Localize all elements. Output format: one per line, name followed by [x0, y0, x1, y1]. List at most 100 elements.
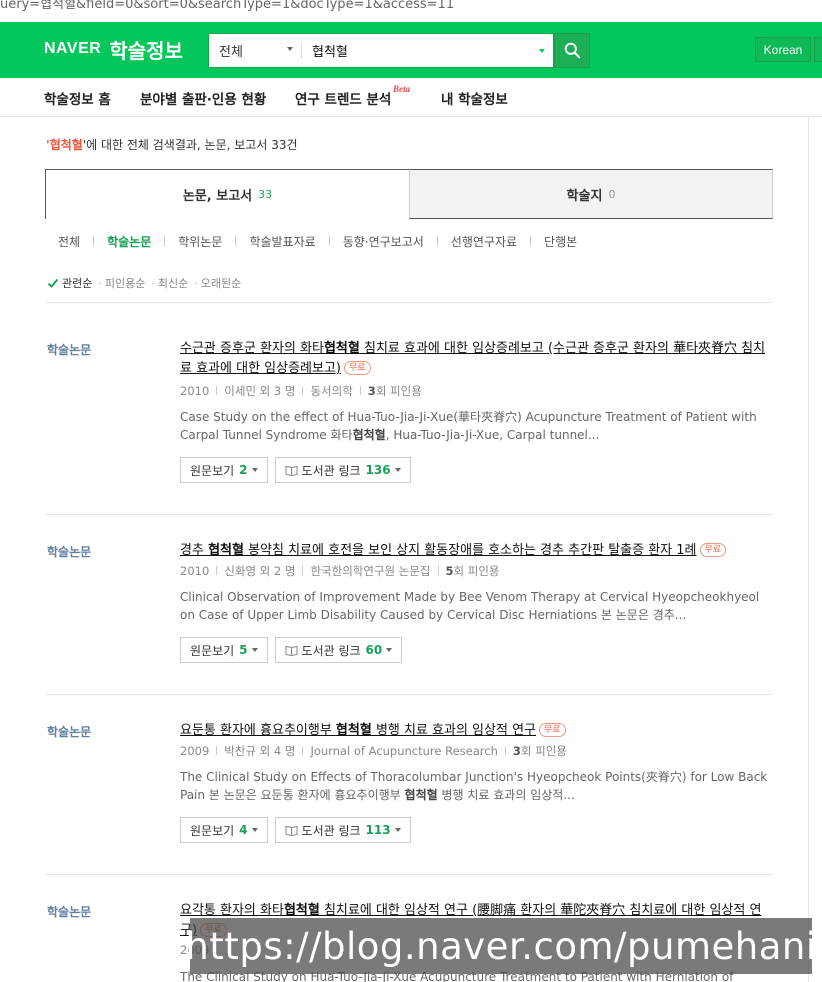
free-badge: 무료 [344, 361, 371, 375]
tab-journals[interactable]: 학술지 0 [409, 169, 773, 219]
top-header: NAVER 학술정보 전체 Korean [0, 22, 822, 78]
check-icon [47, 278, 59, 288]
sort-relevance[interactable]: 관련순 [62, 275, 92, 291]
search-icon [564, 42, 580, 59]
result-authors: 박찬규 외 4 명 [224, 744, 296, 758]
caret-down-icon [394, 468, 401, 472]
nav-item-trend-analysis[interactable]: 연구 트렌드 분석 Beta [295, 84, 410, 108]
caret-down-icon [251, 828, 258, 832]
result-meta: 2009 박찬규 외 4 명 Journal of Acupuncture Rese… [180, 744, 567, 758]
tab-label: 학술지 [566, 188, 603, 204]
url-text: uery=협척혈&field=0&sort=0&searchType=1&doc… [0, 0, 455, 12]
divider [45, 302, 773, 303]
sort-newest[interactable]: 최신순 [158, 275, 188, 291]
subtab-journal-papers[interactable]: 학술논문 [107, 233, 151, 250]
divider [93, 236, 95, 246]
caret-down-icon [287, 47, 293, 51]
nav-item-my-info[interactable]: 내 학술정보 [441, 88, 508, 108]
tab-count: 33 [258, 188, 273, 201]
watermark-overlay: https://blog.naver.com/pumehani [185, 918, 816, 974]
search-scope-select[interactable]: 전체 [209, 34, 301, 67]
view-original-button[interactable]: 원문보기 2 [180, 457, 268, 483]
book-icon [285, 465, 298, 476]
library-link-button[interactable]: 도서관 링크 60 [274, 637, 403, 663]
caret-down-icon [251, 648, 258, 652]
subtab-theses[interactable]: 학위논문 [178, 233, 222, 250]
result-type-tabs: 논문, 보고서 33 학술지 0 [45, 169, 773, 219]
language-button[interactable]: Korean [755, 37, 811, 62]
result-category: 학술논문 [47, 343, 92, 357]
content-right-border [808, 117, 809, 982]
main-navigation: 학술정보 홈 분야별 출판·인용 현황 연구 트렌드 분석 Beta 내 학술정보 [0, 78, 822, 117]
search-scope-label: 전체 [219, 45, 243, 60]
result-category: 학술논문 [47, 905, 92, 919]
subtab-prior-research[interactable]: 선행연구자료 [451, 233, 517, 250]
result-year: 2010 [180, 564, 210, 578]
tab-label: 논문, 보고서 [182, 189, 253, 204]
caret-down-icon [251, 468, 258, 472]
summary-keyword: '협척혈 [46, 138, 83, 152]
divider [45, 874, 773, 875]
nav-item-home[interactable]: 학술정보 홈 [44, 88, 111, 108]
result-title-link[interactable]: 요둔통 환자에 흉요추이행부 협척혈 병행 치료 효과의 임상적 연구 무료 [180, 721, 770, 741]
service-name: 학술정보 [109, 38, 183, 63]
divider [328, 236, 330, 246]
result-meta: 2010 신화영 외 2 명 한국한의학연구원 논문집 5회 피인용 [180, 564, 500, 578]
result-title-link[interactable]: 경추 협척혈 봉약침 치료에 호전을 보인 상지 활동장애를 호소하는 경추 추… [180, 541, 770, 561]
summary-text: '에 대한 전체 검색결과, 논문, 보고서 33건 [82, 138, 298, 152]
result-cited-count: 3 [512, 744, 521, 758]
divider [530, 236, 532, 246]
free-badge: 무료 [539, 723, 566, 737]
result-cited-count: 5 [445, 564, 454, 578]
search-box: 전체 [208, 33, 554, 68]
sort-citations[interactable]: 피인용순 [105, 275, 145, 291]
document-type-filter: 전체 학술논문 학위논문 학술발표자료 동향·연구보고서 선행연구자료 단행본 [58, 233, 577, 249]
subtab-presentations[interactable]: 학술발표자료 [249, 233, 315, 250]
result-abstract: The Clinical Study on Effects of Thoraco… [180, 770, 768, 802]
tab-count: 0 [608, 187, 616, 201]
nav-item-field-stats[interactable]: 분야별 출판·인용 현황 [140, 88, 266, 108]
library-link-button[interactable]: 도서관 링크 136 [274, 457, 411, 483]
secondary-header-button[interactable] [814, 37, 822, 62]
sort-oldest[interactable]: 오래된순 [201, 275, 241, 291]
search-summary: '협척혈'에 대한 전체 검색결과, 논문, 보고서 33건 [46, 136, 298, 153]
library-link-button[interactable]: 도서관 링크 113 [274, 817, 411, 843]
caret-down-icon [394, 828, 401, 832]
naver-logo[interactable]: NAVER 학술정보 [44, 34, 183, 64]
subtab-reports[interactable]: 동향·연구보고서 [343, 233, 424, 250]
result-category: 학술논문 [47, 545, 92, 559]
book-icon [285, 645, 298, 656]
result-category: 학술논문 [47, 725, 92, 739]
search-button[interactable] [554, 33, 590, 68]
tab-papers-reports[interactable]: 논문, 보고서 33 [45, 169, 410, 219]
subtab-books[interactable]: 단행본 [544, 233, 577, 250]
divider [436, 236, 438, 246]
address-bar[interactable]: uery=협척혈&field=0&sort=0&searchType=1&doc… [0, 0, 822, 22]
divider [45, 694, 773, 695]
sort-options: 관련순 · 피인용순 · 최신순 · 오래된순 [47, 275, 247, 291]
bullet: · [98, 276, 102, 290]
result-meta: 2010 이세민 외 3 명 동서의학 3회 피인용 [180, 384, 422, 398]
result-abstract: Case Study on the effect of Hua-Tuo-Jia-… [180, 410, 757, 442]
view-original-button[interactable]: 원문보기 4 [180, 817, 268, 843]
result-year: 2009 [180, 744, 210, 758]
book-icon [285, 825, 298, 836]
nav-item-trend-label: 연구 트렌드 분석 [295, 92, 392, 108]
divider [235, 236, 237, 246]
result-authors: 신화영 외 2 명 [224, 564, 296, 578]
result-year: 2010 [180, 384, 210, 398]
autocomplete-toggle-icon[interactable] [533, 34, 553, 67]
divider [45, 514, 773, 515]
bullet: · [151, 276, 155, 290]
view-original-button[interactable]: 원문보기 5 [180, 637, 268, 663]
result-journal: 동서의학 [310, 384, 353, 398]
caret-down-icon [386, 648, 393, 652]
free-badge: 무료 [699, 543, 727, 557]
result-journal: 한국한의학연구원 논문집 [310, 564, 431, 578]
result-title-link[interactable]: 수근관 증후군 환자의 화타협척혈 침치료 효과에 대한 임상증례보고 (수근관… [180, 339, 770, 379]
subtab-all[interactable]: 전체 [58, 233, 80, 250]
search-input[interactable] [302, 34, 533, 67]
brand-name: NAVER [44, 40, 102, 57]
bullet: · [194, 276, 198, 290]
beta-badge: Beta [393, 84, 410, 94]
